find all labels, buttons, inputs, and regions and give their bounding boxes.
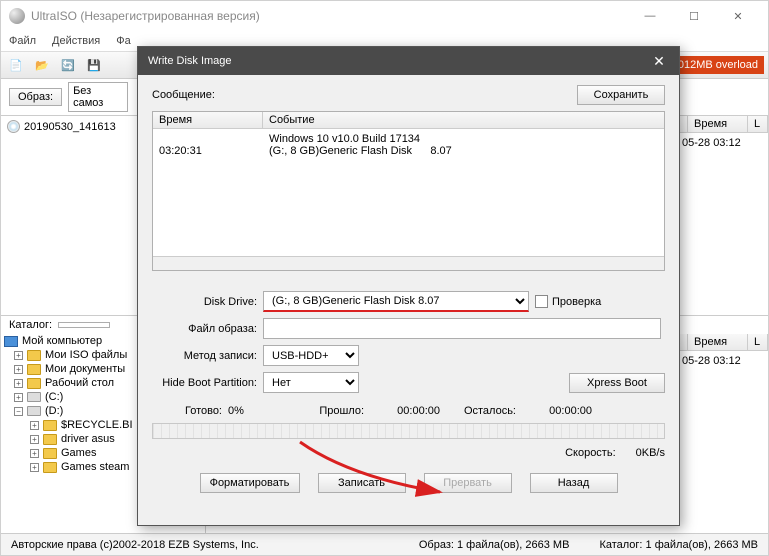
message-label: Сообщение: [152, 89, 215, 101]
log-line-1: Windows 10 v10.0 Build 17134 [269, 133, 452, 145]
log-box: Время Событие 03:20:31 Windows 10 v10.0 … [152, 111, 665, 271]
app-icon [9, 8, 25, 24]
status-image: Образ: 1 файла(ов), 2663 MB [419, 539, 570, 551]
log-col-time[interactable]: Время [153, 112, 263, 128]
tree-c[interactable]: (C:) [45, 391, 63, 403]
titlebar: UltraISO (Незарегистрированная версия) —… [1, 1, 768, 31]
menu-trunc[interactable]: Фа [116, 35, 130, 47]
log-scrollbar[interactable] [153, 256, 664, 270]
image-file-input[interactable] [263, 318, 661, 339]
close-button[interactable]: ✕ [716, 1, 760, 31]
tree-docs[interactable]: Мои документы [45, 363, 125, 375]
ready-value: 0% [228, 405, 298, 417]
tree-iso[interactable]: Мои ISO файлы [45, 349, 127, 361]
tree-driver[interactable]: driver asus [61, 433, 115, 445]
expander-icon[interactable]: + [14, 365, 23, 374]
catalog-label: Каталог: [9, 319, 52, 331]
write-disk-dialog: Write Disk Image ✕ Сообщение: Сохранить … [137, 46, 680, 526]
hide-boot-label: Hide Boot Partition: [152, 377, 257, 389]
expander-icon[interactable]: + [30, 463, 39, 472]
catalog-input[interactable] [58, 322, 110, 328]
expander-icon[interactable]: + [14, 351, 23, 360]
date-cell-2: 05-28 03:12 [682, 355, 762, 367]
overload-badge: 2012MB overload [666, 56, 764, 74]
drive-icon [27, 406, 41, 416]
log-time: 03:20:31 [159, 145, 202, 157]
computer-icon [4, 336, 18, 347]
back-button[interactable]: Назад [530, 473, 618, 493]
status-copyright: Авторские права (c)2002-2018 EZB Systems… [11, 539, 259, 551]
window-title: UltraISO (Незарегистрированная версия) [31, 9, 628, 23]
tree-games[interactable]: Games [61, 447, 96, 459]
ready-label: Готово: [152, 405, 222, 417]
folder-icon [27, 350, 41, 361]
left-value: 00:00:00 [522, 405, 592, 417]
disk-drive-label: Disk Drive: [152, 296, 257, 308]
write-button[interactable]: Записать [318, 473, 406, 493]
expander-icon[interactable]: + [14, 379, 23, 388]
col-time-2[interactable]: Время [688, 334, 748, 350]
progress-bar [152, 423, 665, 439]
expander-icon[interactable]: − [14, 407, 23, 416]
left-label: Осталось: [446, 405, 516, 417]
col-l-2[interactable]: L [748, 334, 768, 350]
folder-icon [43, 420, 57, 431]
save-button[interactable]: Сохранить [577, 85, 665, 105]
cd-icon [7, 120, 20, 133]
statusbar: Авторские права (c)2002-2018 EZB Systems… [1, 533, 768, 555]
image-file-label: Файл образа: [152, 323, 257, 335]
xpress-boot-button[interactable]: Xpress Boot [569, 373, 665, 393]
tree-desk[interactable]: Рабочий стол [45, 377, 114, 389]
hide-boot-select[interactable]: Нет [263, 372, 359, 393]
expander-icon[interactable]: + [30, 435, 39, 444]
tree-d[interactable]: (D:) [45, 405, 63, 417]
minimize-button[interactable]: — [628, 1, 672, 31]
folder-icon [27, 378, 41, 389]
format-button[interactable]: Форматировать [200, 473, 300, 493]
expander-icon[interactable]: + [30, 449, 39, 458]
dialog-title: Write Disk Image [148, 55, 232, 67]
speed-label: Скорость: [565, 447, 616, 459]
verify-checkbox[interactable]: Проверка [535, 295, 601, 308]
maximize-button[interactable]: ☐ [672, 1, 716, 31]
dialog-close-icon[interactable]: ✕ [649, 53, 669, 70]
folder-icon [27, 364, 41, 375]
tree-steam[interactable]: Games steam [61, 461, 129, 473]
write-method-label: Метод записи: [152, 350, 257, 362]
write-method-select[interactable]: USB-HDD+ [263, 345, 359, 366]
folder-icon [43, 448, 57, 459]
dialog-titlebar[interactable]: Write Disk Image ✕ [138, 47, 679, 75]
col-time[interactable]: Время [688, 116, 748, 132]
elapsed-value: 00:00:00 [370, 405, 440, 417]
col-l[interactable]: L [748, 116, 768, 132]
tree-root[interactable]: Мой компьютер [22, 335, 102, 347]
date-cell: 05-28 03:12 [682, 137, 762, 149]
expander-icon[interactable]: + [14, 393, 23, 402]
drive-icon [27, 392, 41, 402]
folder-icon [43, 434, 57, 445]
log-col-event[interactable]: Событие [263, 112, 664, 128]
new-icon[interactable]: 📄 [5, 54, 27, 76]
status-catalog: Каталог: 1 файла(ов), 2663 MB [599, 539, 758, 551]
log-line-2: (G:, 8 GB)Generic Flash Disk 8.07 [269, 145, 452, 157]
elapsed-label: Прошло: [304, 405, 364, 417]
expander-icon[interactable]: + [30, 421, 39, 430]
menu-file[interactable]: Файл [9, 35, 36, 47]
save-icon[interactable]: 💾 [83, 54, 105, 76]
checkbox-icon [535, 295, 548, 308]
menu-actions[interactable]: Действия [52, 35, 100, 47]
folder-icon [43, 462, 57, 473]
disk-drive-select[interactable]: (G:, 8 GB)Generic Flash Disk 8.07 [263, 291, 529, 312]
speed-value: 0KB/s [636, 447, 665, 459]
image-label: Образ: [9, 88, 62, 106]
open-icon[interactable]: 📂 [31, 54, 53, 76]
image-combo[interactable]: Без самоз [68, 82, 128, 112]
refresh-icon[interactable]: 🔄 [57, 54, 79, 76]
abort-button[interactable]: Прервать [424, 473, 512, 493]
tree-recycle[interactable]: $RECYCLE.BI [61, 419, 133, 431]
iso-file-item[interactable]: 20190530_141613 [24, 121, 116, 133]
